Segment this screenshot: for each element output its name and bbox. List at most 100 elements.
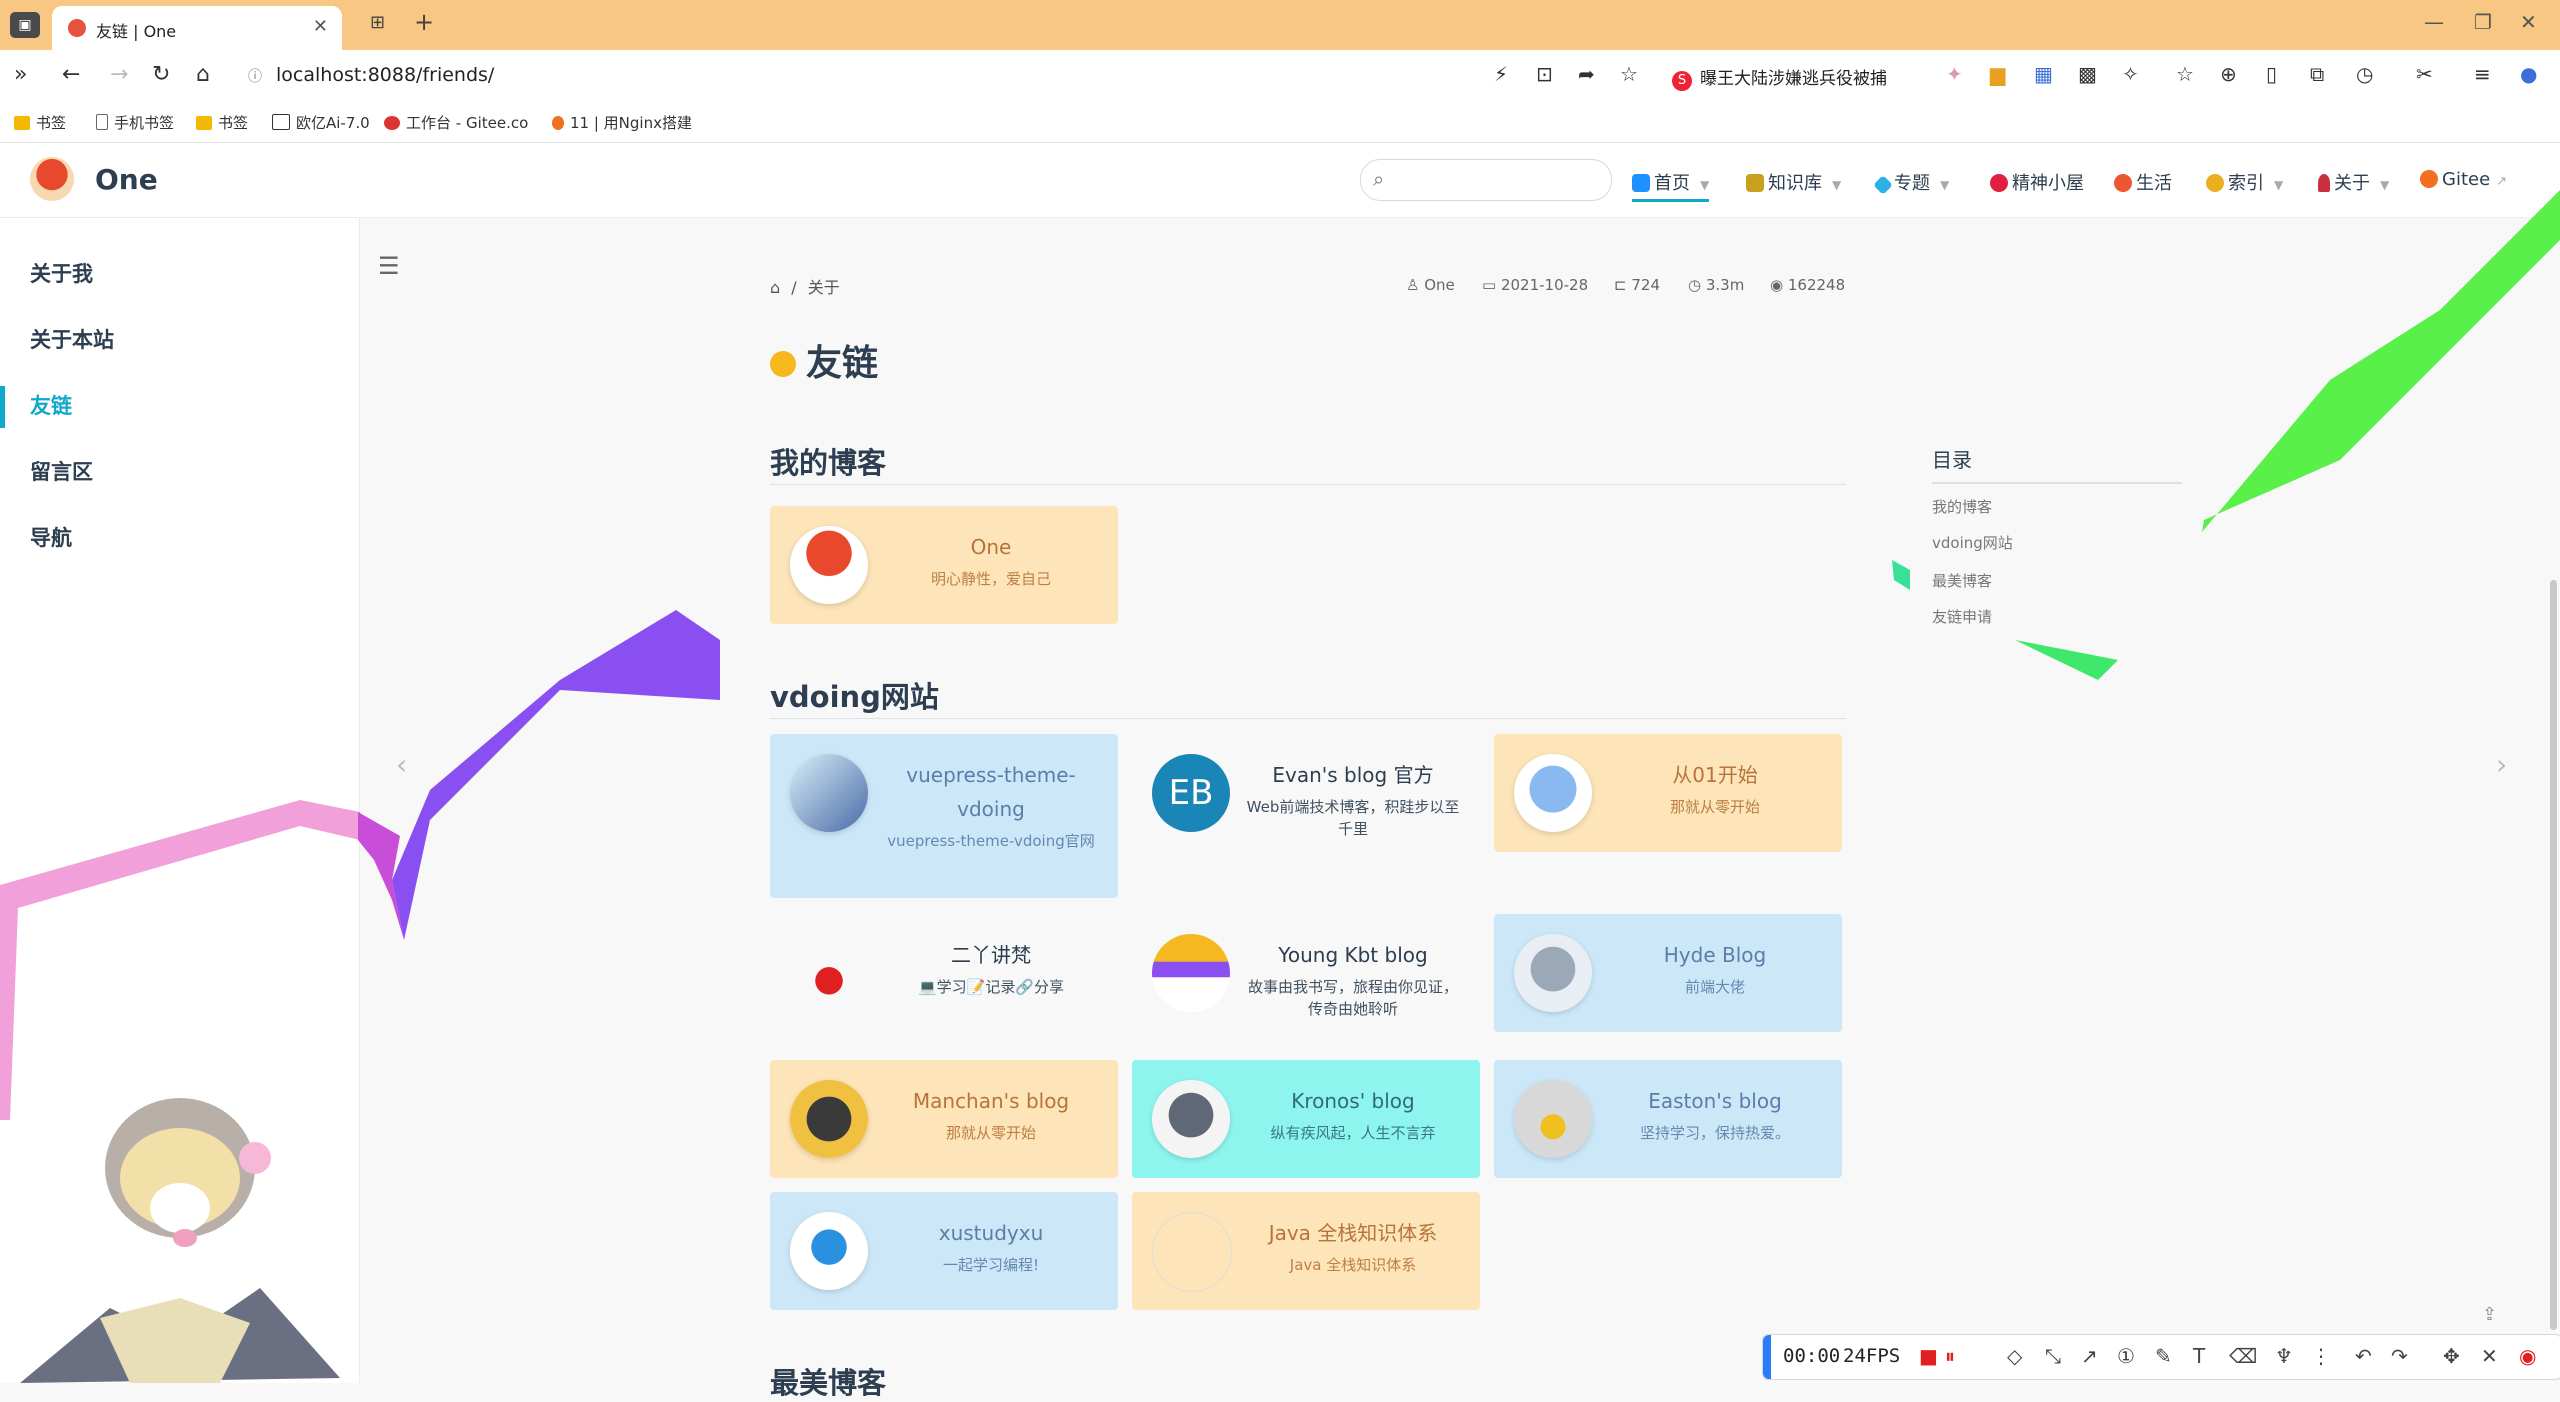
redo-icon[interactable]: ↷ (2391, 1344, 2408, 1368)
profile-icon[interactable]: ● (2520, 62, 2537, 86)
friend-card[interactable]: Manchan's blog 那就从零开始 (770, 1060, 1118, 1178)
info-icon[interactable]: ⓘ (248, 66, 262, 86)
scrollbar[interactable] (2550, 580, 2557, 1330)
window-close-icon[interactable]: ✕ (2520, 10, 2537, 34)
friend-card[interactable]: EB Evan's blog 官方 Web前端技术博客，积跬步以至千里 (1132, 734, 1480, 852)
sidebar-item-friends[interactable]: 友链 (30, 390, 72, 420)
meta-author[interactable]: ♙ One (1406, 276, 1455, 294)
close-recorder-icon[interactable]: ✕ (2481, 1344, 2498, 1368)
arrow-tool-icon[interactable]: ↗ (2081, 1344, 2098, 1368)
friend-card[interactable]: Java 全栈知识体系 Java 全栈知识体系 (1132, 1192, 1480, 1310)
reading-list-icon[interactable]: ▯ (2266, 62, 2277, 86)
browser-menu-icon[interactable]: ▣ (10, 12, 40, 38)
record-icon[interactable]: ◉ (2519, 1344, 2536, 1368)
avatar (1514, 754, 1592, 832)
recorder-handle[interactable] (1763, 1335, 1771, 1379)
bookmark-item[interactable]: 欧亿Ai-7.0 (272, 112, 370, 133)
maximize-icon[interactable]: ❐ (2474, 10, 2492, 34)
sidebar-item-about-me[interactable]: 关于我 (30, 258, 93, 288)
friend-card[interactable]: Kronos' blog 纵有疾风起，人生不言弃 (1132, 1060, 1480, 1178)
reload-icon[interactable]: ↻ (152, 62, 170, 87)
nav-item-gitee[interactable]: Gitee ↗ (2420, 169, 2507, 190)
nav-item-index[interactable]: 索引 ▼ (2206, 169, 2283, 195)
flash-icon[interactable]: ⚡ (1494, 62, 1508, 86)
nav-item-about[interactable]: 关于 ▼ (2318, 169, 2389, 195)
address-bar[interactable]: localhost:8088/friends/ (276, 64, 494, 86)
browser-tab-active[interactable]: 友链 | One ✕ (52, 6, 342, 50)
sidebar-item-navigation[interactable]: 导航 (30, 522, 72, 552)
scissors-icon[interactable]: ✂ (2416, 62, 2433, 86)
tab-grid-icon[interactable]: ⊞ (370, 12, 385, 33)
friend-card[interactable]: Young Kbt blog 故事由我书写，旅程由你见证，传奇由她聆听 (1132, 914, 1480, 1032)
undo-icon[interactable]: ↶ (2355, 1344, 2372, 1368)
friend-card[interactable]: Easton's blog 坚持学习，保持热爱。 (1494, 1060, 1842, 1178)
home-icon[interactable]: ⌂ (196, 62, 210, 87)
breadcrumb-home-icon[interactable]: ⌂ (770, 278, 780, 297)
nav-item-knowledge[interactable]: 知识库 ▼ (1746, 169, 1841, 195)
number-tool-icon[interactable]: ① (2117, 1344, 2135, 1368)
nav-item-topics[interactable]: 专题 ▼ (1873, 169, 1949, 195)
nav-item-life[interactable]: 生活 (2114, 169, 2172, 195)
friend-card[interactable]: xustudyxu 一起学习编程! (770, 1192, 1118, 1310)
bookmark-item[interactable]: 书签 (196, 112, 248, 133)
prev-arrow-icon[interactable]: ‹ (396, 748, 407, 781)
menu-toggle-icon[interactable]: ☰ (378, 252, 400, 280)
puzzle-icon[interactable]: ✧ (2122, 62, 2139, 86)
screenshot-icon[interactable]: ⊡ (1536, 62, 1553, 86)
favorites-icon[interactable]: ☆ (2176, 62, 2194, 86)
download-icon[interactable]: ⊕ (2220, 62, 2237, 86)
history-icon[interactable]: ◷ (2356, 62, 2373, 86)
folder-icon[interactable]: ▆ (1990, 62, 2005, 86)
move-icon[interactable]: ✥ (2443, 1344, 2460, 1368)
toc-item[interactable]: 最美博客 (1932, 570, 1992, 591)
close-tab-icon[interactable]: ✕ (313, 16, 328, 37)
back-icon[interactable]: ← (62, 62, 80, 87)
sidebar-item-guestbook[interactable]: 留言区 (30, 456, 93, 486)
friend-card[interactable]: Hyde Blog 前端大佬 (1494, 914, 1842, 1032)
collections-icon[interactable]: ⧉ (2310, 62, 2324, 86)
bookmark-item[interactable]: 手机书签 (96, 112, 174, 133)
qr-icon[interactable]: ▩ (2078, 62, 2097, 86)
ai-sparkle-icon[interactable]: ✦ (1946, 62, 1963, 86)
highlight-icon[interactable]: ♆ (2275, 1344, 2293, 1368)
nav-item-spirit[interactable]: 精神小屋 (1990, 169, 2084, 195)
shape-tool-icon[interactable]: ◇ (2007, 1344, 2022, 1368)
toc-item[interactable]: vdoing网站 (1932, 532, 2013, 553)
next-arrow-icon[interactable]: › (2496, 748, 2507, 781)
life-icon (2114, 174, 2132, 192)
nav-item-home[interactable]: 首页 ▼ (1632, 169, 1710, 202)
site-name[interactable]: One (95, 163, 158, 196)
menu-icon[interactable]: ≡ (2474, 62, 2491, 86)
site-logo-icon[interactable] (30, 157, 74, 201)
pause-record-icon[interactable]: ⏸ (1945, 1344, 1955, 1368)
share-icon[interactable]: ➦ (1578, 62, 1595, 86)
sidebar-item-about-site[interactable]: 关于本站 (30, 324, 114, 354)
bookmark-item[interactable]: 11 | 用Nginx搭建 (552, 112, 692, 133)
pencil-icon[interactable]: ✎ (2155, 1344, 2172, 1368)
search-input[interactable]: ⌕ (1360, 159, 1612, 201)
stop-record-icon[interactable]: ■ (1919, 1344, 1938, 1368)
avatar (790, 526, 868, 604)
external-link-icon: ↗ (2496, 174, 2508, 189)
extension-icon[interactable]: ▦ (2034, 62, 2053, 86)
text-tool-icon[interactable]: T (2193, 1344, 2205, 1368)
news-ticker[interactable]: S 曝王大陆涉嫌逃兵役被捕 (1672, 64, 1887, 91)
friend-card[interactable]: 从01开始 那就从零开始 (1494, 734, 1842, 852)
friend-card[interactable]: vuepress-theme-vdoing vuepress-theme-vdo… (770, 734, 1118, 898)
toc-item[interactable]: 我的博客 (1932, 496, 1992, 517)
eraser-icon[interactable]: ⌫ (2229, 1344, 2257, 1368)
friend-card[interactable]: 二丫讲梵 💻学习📝记录🔗分享 (770, 914, 1118, 1032)
bookmark-item[interactable]: 书签 (14, 112, 66, 133)
friend-card-one[interactable]: One 明心静性，爱自己 (770, 506, 1118, 624)
bookmark-item[interactable]: 工作台 - Gitee.co (384, 112, 528, 133)
bookmark-star-icon[interactable]: ☆ (1620, 62, 1638, 86)
pen-tool-icon[interactable]: ⤡ (2045, 1344, 2061, 1368)
new-tab-icon[interactable]: + (414, 8, 434, 36)
forward-icon[interactable]: → (110, 62, 128, 87)
breadcrumb-item[interactable]: 关于 (808, 278, 840, 297)
minimize-icon[interactable]: — (2424, 10, 2444, 34)
sidebar-toggle-icon[interactable]: » (14, 62, 27, 87)
more-icon[interactable]: ⋮ (2311, 1344, 2331, 1368)
toc-item[interactable]: 友链申请 (1932, 606, 1992, 627)
back-to-top-icon[interactable]: ⇪ (2482, 1304, 2497, 1325)
